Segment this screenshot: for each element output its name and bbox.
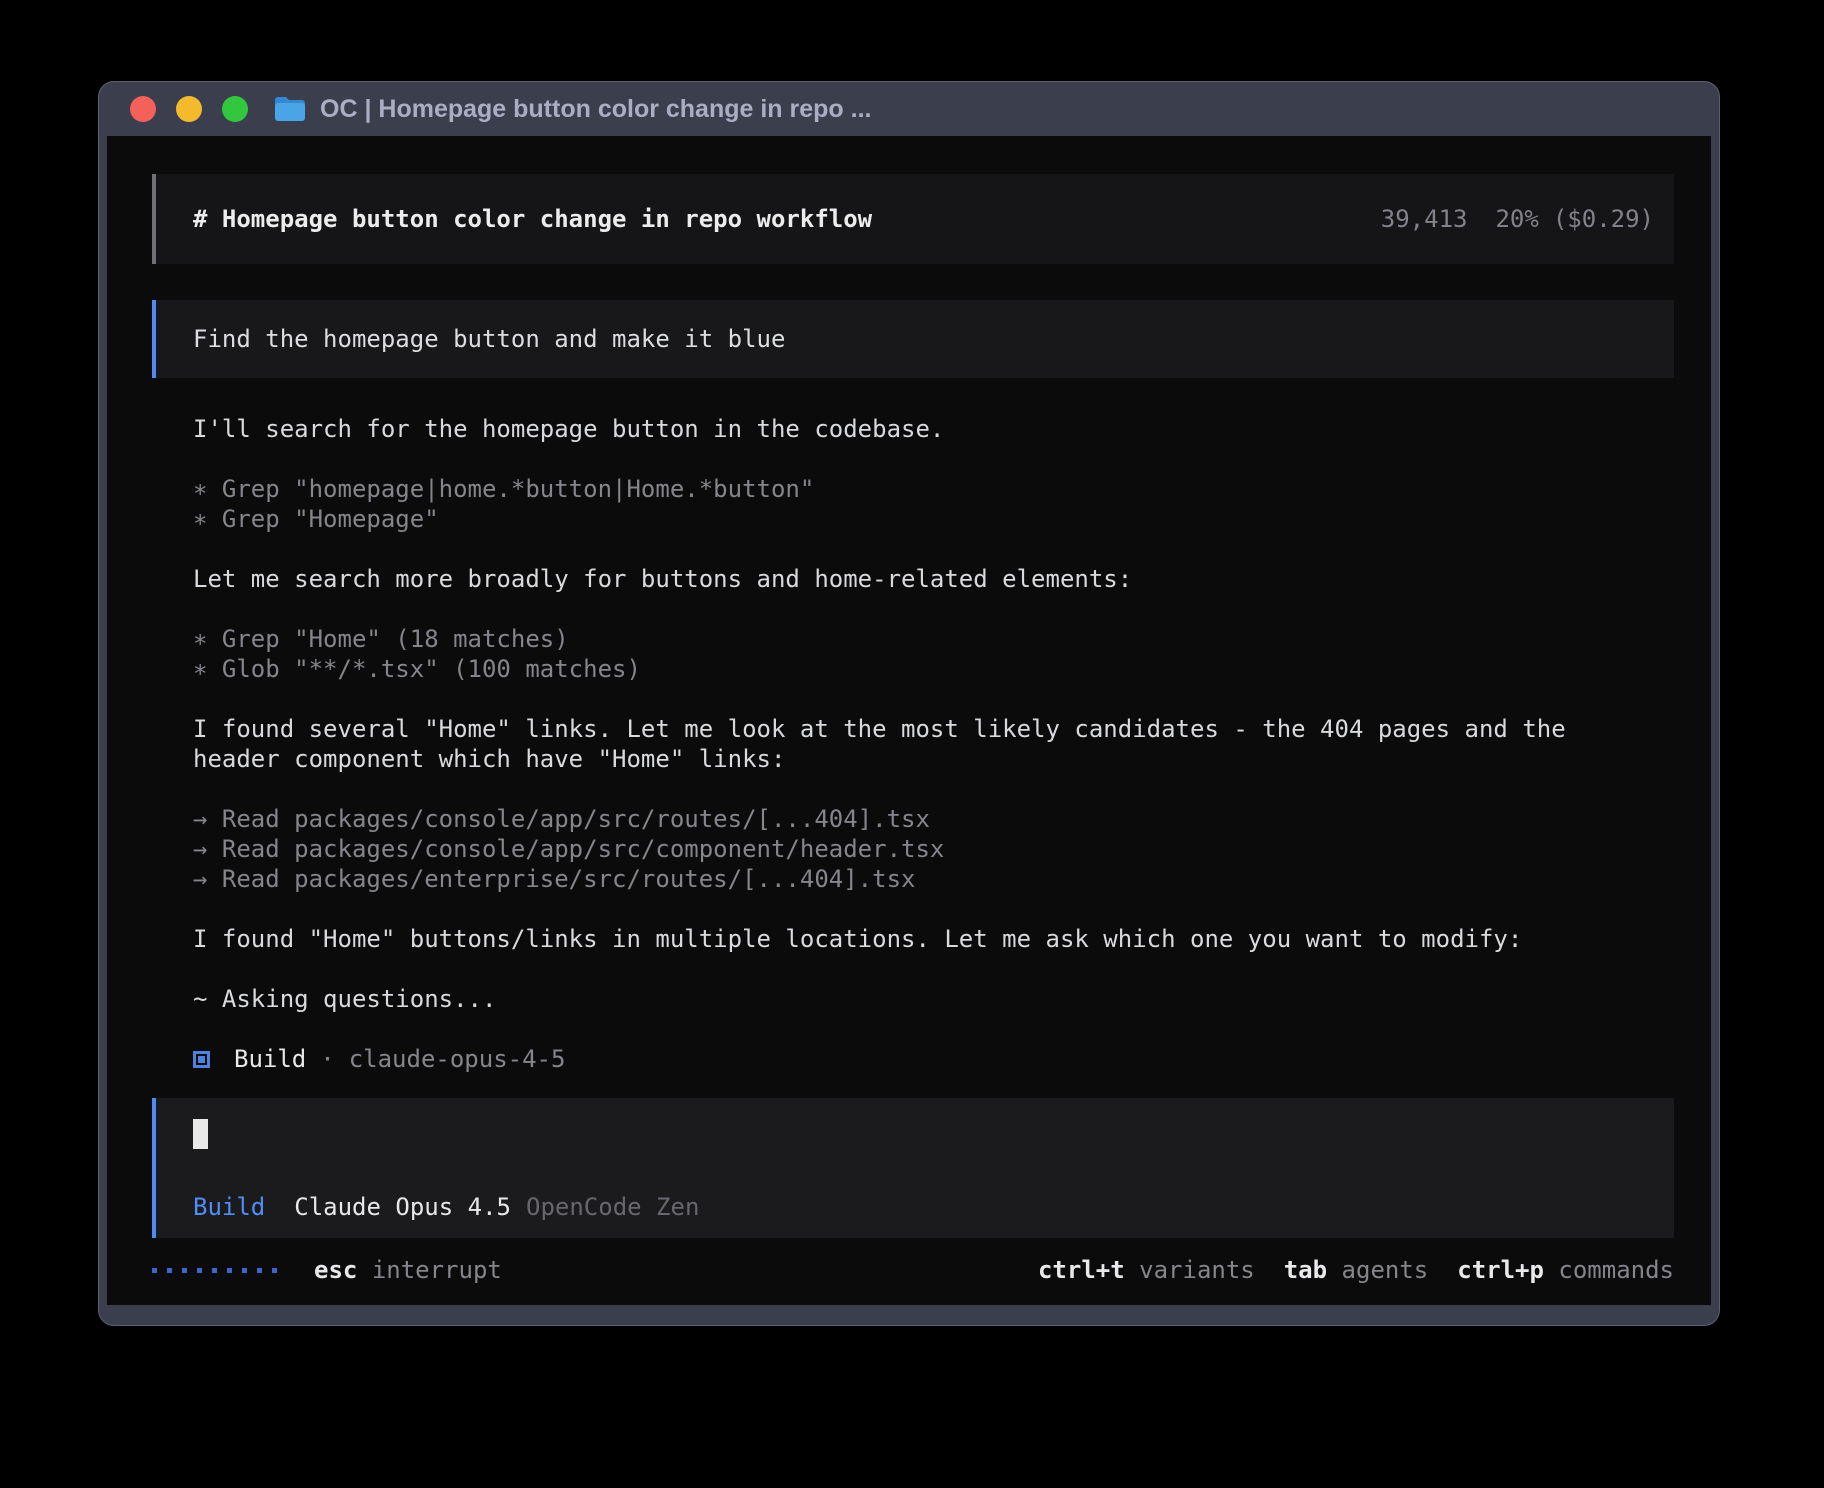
provider-name: OpenCode Zen [526, 1192, 699, 1222]
assistant-text: I found "Home" buttons/links in multiple… [193, 924, 1674, 954]
session-title: # Homepage button color change in repo w… [193, 204, 872, 234]
prompt-input[interactable]: Build Claude Opus 4.5 OpenCode Zen [152, 1098, 1674, 1238]
hint-commands: ctrl+p commands [1457, 1255, 1674, 1285]
tool-calls-search: ∗ Grep "Home" (18 matches) ∗ Glob "**/*.… [193, 624, 1674, 684]
conversation: I'll search for the homepage button in t… [193, 414, 1674, 1014]
tool-call-line: → Read packages/enterprise/src/routes/[.… [193, 864, 1674, 894]
esc-key: esc [314, 1256, 357, 1284]
traffic-lights [130, 96, 248, 122]
user-message-text: Find the homepage button and make it blu… [193, 324, 785, 354]
hint-key: ctrl+t [1038, 1256, 1125, 1284]
model-name[interactable]: Claude Opus 4.5 [294, 1192, 511, 1222]
assistant-text: Let me search more broadly for buttons a… [193, 564, 1674, 594]
input-model-row: Build Claude Opus 4.5 OpenCode Zen [193, 1192, 1674, 1222]
terminal-window: OC | Homepage button color change in rep… [98, 81, 1720, 1326]
folder-icon [274, 96, 306, 122]
hint-label: variants [1139, 1256, 1255, 1284]
context-percent: 20% [1495, 204, 1538, 234]
session-header: # Homepage button color change in repo w… [152, 174, 1674, 264]
user-message: Find the homepage button and make it blu… [152, 300, 1674, 378]
tool-calls-grep: ∗ Grep "homepage|home.*button|Home.*butt… [193, 474, 1674, 534]
tool-call-line: ∗ Grep "Home" (18 matches) [193, 624, 1674, 654]
hint-label: commands [1558, 1256, 1674, 1284]
text-line: header component which have "Home" links… [193, 744, 1674, 774]
hint-variants: ctrl+t variants [1038, 1255, 1255, 1285]
window-titlebar[interactable]: OC | Homepage button color change in rep… [99, 82, 1719, 136]
token-count: 39,413 [1381, 204, 1468, 234]
terminal-screen: # Homepage button color change in repo w… [107, 136, 1711, 1305]
status-left: esc interrupt [152, 1255, 502, 1285]
tool-call-line: → Read packages/console/app/src/routes/[… [193, 804, 1674, 834]
zoom-button[interactable] [222, 96, 248, 122]
tool-call-line: → Read packages/console/app/src/componen… [193, 834, 1674, 864]
spinner-dots-icon [152, 1268, 277, 1273]
assistant-text: I'll search for the homepage button in t… [193, 414, 1674, 444]
session-cost: ($0.29) [1553, 204, 1654, 234]
esc-label: interrupt [372, 1256, 502, 1284]
assistant-status: ~ Asking questions... [193, 984, 1674, 1014]
text-line: I found several "Home" links. Let me loo… [193, 714, 1674, 744]
close-button[interactable] [130, 96, 156, 122]
status-right: ctrl+t variants tab agents ctrl+p comman… [1038, 1255, 1674, 1285]
assistant-text: I found several "Home" links. Let me loo… [193, 714, 1674, 774]
hint-agents: tab agents [1284, 1255, 1429, 1285]
session-stats: 39,413 20% ($0.29) [1381, 204, 1654, 234]
status-bar: esc interrupt ctrl+t variants tab agents… [152, 1255, 1674, 1285]
minimize-button[interactable] [176, 96, 202, 122]
mode-label[interactable]: Build [193, 1192, 265, 1222]
text-line: I'll search for the homepage button in t… [193, 414, 1674, 444]
window-title: OC | Homepage button color change in rep… [320, 95, 871, 124]
text-line: I found "Home" buttons/links in multiple… [193, 924, 1674, 954]
tool-call-line: ∗ Grep "Homepage" [193, 504, 1674, 534]
agent-name: Build [234, 1044, 306, 1074]
text-cursor [193, 1119, 208, 1149]
text-line: Let me search more broadly for buttons a… [193, 564, 1674, 594]
agent-status-line: Build · claude-opus-4-5 [193, 1044, 1674, 1074]
hint-key: ctrl+p [1457, 1256, 1544, 1284]
tool-call-line: ∗ Glob "**/*.tsx" (100 matches) [193, 654, 1674, 684]
status-line: ~ Asking questions... [193, 984, 1674, 1014]
hint-label: agents [1342, 1256, 1429, 1284]
interrupt-hint: esc interrupt [314, 1255, 502, 1285]
tool-calls-read: → Read packages/console/app/src/routes/[… [193, 804, 1674, 894]
agent-model: claude-opus-4-5 [349, 1044, 566, 1074]
tool-call-line: ∗ Grep "homepage|home.*button|Home.*butt… [193, 474, 1674, 504]
separator-dot: · [320, 1044, 334, 1074]
agent-square-icon [193, 1051, 210, 1068]
hint-key: tab [1284, 1256, 1327, 1284]
